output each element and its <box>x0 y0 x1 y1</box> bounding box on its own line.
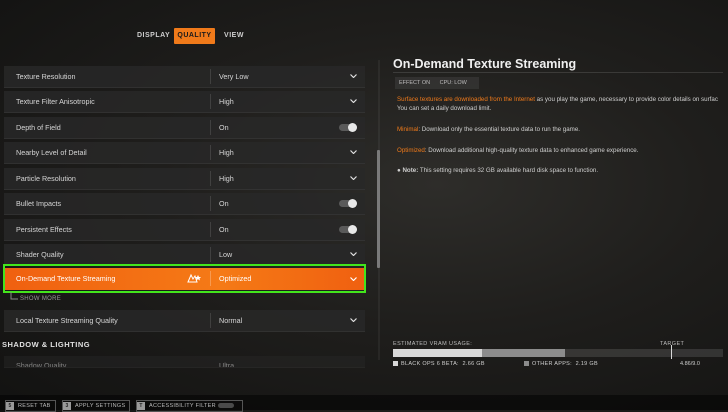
minimal-text: : Download only the essential texture da… <box>418 126 580 133</box>
description-line-1: Surface textures are downloaded from the… <box>397 95 718 104</box>
detail-title: On-Demand Texture Streaming <box>393 57 577 71</box>
setting-value: On <box>219 199 229 208</box>
chevron-down-icon[interactable] <box>350 176 357 180</box>
tab-quality[interactable]: QUALITY <box>174 28 215 44</box>
setting-label: Persistent Effects <box>16 225 72 234</box>
setting-value: Normal <box>219 316 243 325</box>
note-label: Note: <box>402 167 419 174</box>
divider <box>210 94 211 109</box>
setting-label: Local Texture Streaming Quality <box>16 316 118 325</box>
setting-value: High <box>219 148 234 157</box>
legend-value: 2.19 GB <box>575 361 598 367</box>
vram-usage-label: ESTIMATED VRAM USAGE: <box>393 341 473 347</box>
setting-value: Very Low <box>219 72 249 81</box>
toggle-switch[interactable] <box>339 225 357 234</box>
chevron-down-icon[interactable] <box>350 252 357 256</box>
divider <box>210 196 211 211</box>
vram-total: 4.86/9.0 <box>680 361 700 367</box>
optimized-text: : Download additional high-quality textu… <box>424 147 639 154</box>
key-hint-icon: T <box>137 402 145 410</box>
setting-row-depth-of-field[interactable]: Depth of Field On <box>4 117 365 139</box>
divider <box>210 313 211 328</box>
vram-target-label: TARGET <box>660 341 685 347</box>
reset-tab-button[interactable]: 5 RESET TAB <box>5 400 56 412</box>
vram-fill-game <box>393 349 482 357</box>
optimized-label: Optimized <box>397 147 425 154</box>
toggle-switch[interactable] <box>339 123 357 132</box>
divider <box>210 120 211 135</box>
divider <box>210 247 211 262</box>
description-note: ● Note: This setting requires 32 GB avai… <box>397 166 598 175</box>
chevron-down-icon[interactable] <box>350 318 357 322</box>
button-label: RESET TAB <box>18 403 51 409</box>
chevron-down-icon[interactable] <box>350 99 357 103</box>
setting-label: Particle Resolution <box>16 174 76 183</box>
setting-value: Low <box>219 250 233 259</box>
vram-target-marker <box>671 345 672 359</box>
legend-label: OTHER APPS: <box>532 361 572 367</box>
setting-value: High <box>219 97 234 106</box>
setting-value: Ultra <box>219 361 235 368</box>
chevron-down-icon[interactable] <box>350 150 357 154</box>
vram-usage-bar <box>393 349 723 357</box>
show-more-link[interactable]: SHOW MORE <box>20 296 61 302</box>
divider <box>210 171 211 186</box>
setting-row-persistent-effects[interactable]: Persistent Effects On <box>4 219 365 241</box>
divider <box>210 222 211 237</box>
effect-label: EFFECT ON <box>399 80 431 86</box>
divider <box>210 145 211 160</box>
button-label: ACCESSIBILITY FILTER <box>149 403 216 409</box>
legend-label: BLACK OPS 6 BETA: <box>401 361 459 367</box>
vram-fill-other <box>482 349 565 357</box>
divider <box>393 72 723 73</box>
setting-row-bullet-impacts[interactable]: Bullet Impacts On <box>4 193 365 215</box>
quality-tabs: DISPLAY QUALITY VIEW <box>0 28 728 46</box>
tab-view[interactable]: VIEW <box>223 28 245 44</box>
setting-label: Texture Filter Anisotropic <box>16 97 95 106</box>
divider <box>210 69 211 84</box>
description-line-2: You can set a daily download limit. <box>397 105 492 112</box>
setting-label: Nearby Level of Detail <box>16 148 87 157</box>
legend-value: 2.66 GB <box>462 361 485 367</box>
cpu-label: CPU: LOW <box>439 80 467 86</box>
chevron-down-icon[interactable] <box>350 74 357 78</box>
description-minimal: Minimal: Download only the essential tex… <box>397 125 580 134</box>
key-hint-icon: 5 <box>6 402 14 410</box>
accessibility-filter-toggle[interactable] <box>218 403 234 408</box>
setting-row-texture-resolution[interactable]: Texture Resolution Very Low <box>4 66 365 88</box>
tab-display[interactable]: DISPLAY <box>137 28 170 44</box>
corner-bracket-icon <box>10 292 18 300</box>
button-label: APPLY SETTINGS <box>75 403 126 409</box>
description-optimized: Optimized: Download additional high-qual… <box>397 146 638 155</box>
vram-legend-other: OTHER APPS: 2.19 GB <box>524 361 598 367</box>
apply-settings-button[interactable]: 3 APPLY SETTINGS <box>62 400 131 412</box>
selection-highlight-frame <box>3 264 366 293</box>
setting-row-shader-quality[interactable]: Shader Quality Low <box>4 244 365 266</box>
description-highlight: Surface textures are downloaded from the… <box>397 96 535 103</box>
setting-row-local-texture-streaming-quality[interactable]: Local Texture Streaming Quality Normal <box>4 310 365 332</box>
key-hint-icon: 3 <box>63 402 71 410</box>
scrollbar-thumb[interactable] <box>377 150 380 268</box>
setting-value: On <box>219 123 229 132</box>
note-text: This setting requires 32 GB available ha… <box>418 167 599 174</box>
setting-value: On <box>219 225 229 234</box>
setting-label: Texture Resolution <box>16 72 76 81</box>
setting-row-particle-resolution[interactable]: Particle Resolution High <box>4 168 365 190</box>
setting-label: Shader Quality <box>16 250 64 259</box>
effects-badge: EFFECT ON CPU: LOW <box>395 77 479 89</box>
section-header-shadow-lighting: SHADOW & LIGHTING <box>2 340 91 349</box>
setting-row-texture-filter-anisotropic[interactable]: Texture Filter Anisotropic High <box>4 91 365 113</box>
setting-row-shadow-quality[interactable]: Shadow Quality Ultra <box>4 356 365 368</box>
setting-label: Shadow Quality <box>16 361 67 368</box>
legend-swatch <box>524 361 529 366</box>
toggle-switch[interactable] <box>339 199 357 208</box>
minimal-label: Minimal <box>397 126 419 133</box>
vram-legend-game: BLACK OPS 6 BETA: 2.66 GB <box>393 361 485 367</box>
setting-label: Depth of Field <box>16 123 61 132</box>
setting-row-nearby-level-of-detail[interactable]: Nearby Level of Detail High <box>4 142 365 164</box>
legend-swatch <box>393 361 398 366</box>
description-text: as you play the game, necessary to provi… <box>534 96 718 103</box>
setting-label: Bullet Impacts <box>16 199 62 208</box>
setting-value: High <box>219 174 234 183</box>
